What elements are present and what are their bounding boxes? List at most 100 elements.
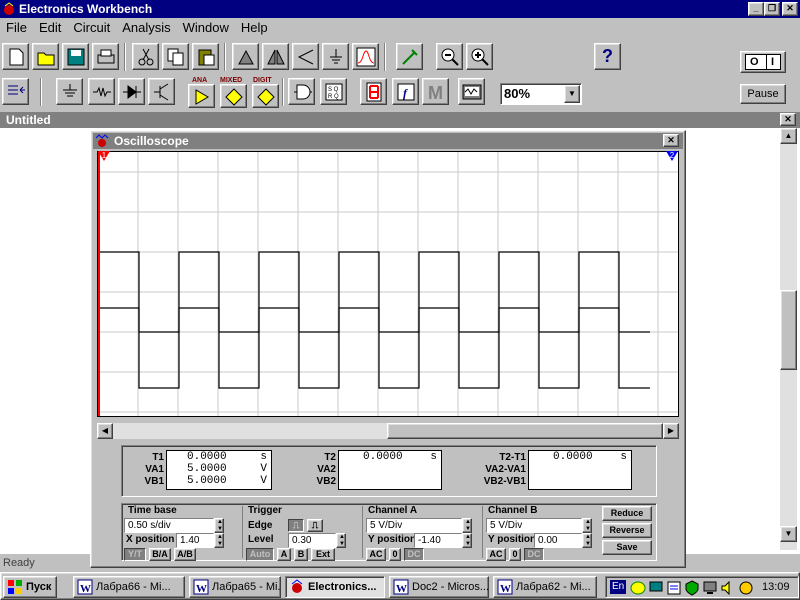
- analog-bin-label: ANA: [192, 77, 208, 84]
- document-vertical-scrollbar[interactable]: ▲ ▼: [780, 128, 797, 550]
- scope-scroll-thumb[interactable]: [387, 423, 663, 439]
- menu-edit[interactable]: Edit: [33, 18, 67, 38]
- va1-unit: V: [260, 463, 267, 475]
- document-title: Untitled: [6, 113, 51, 127]
- menu-circuit[interactable]: Circuit: [67, 18, 116, 38]
- app-title: Electronics Workbench: [19, 2, 153, 16]
- channel-b-scale-field[interactable]: 5 V/Div: [486, 518, 582, 533]
- trigger-level-spinner[interactable]: ▲ ▼: [336, 533, 346, 548]
- falling-edge-icon[interactable]: ⎍: [307, 519, 323, 532]
- trigger-level-field[interactable]: 0.30: [288, 533, 336, 548]
- basic-bin-button[interactable]: [88, 78, 115, 105]
- mixed-ics-bin-button[interactable]: [220, 84, 247, 108]
- save-button[interactable]: [62, 43, 89, 70]
- new-button[interactable]: [2, 43, 29, 70]
- menu-window[interactable]: Window: [177, 18, 235, 38]
- taskbar-item-word-1[interactable]: W Лабра66 - Mi...: [73, 576, 185, 598]
- oscilloscope-close-button[interactable]: ✕: [663, 134, 679, 147]
- document-close-button[interactable]: ✕: [780, 113, 796, 126]
- menu-help[interactable]: Help: [235, 18, 274, 38]
- scroll-up-icon[interactable]: ▲: [780, 128, 797, 144]
- tray-app-icon[interactable]: [738, 580, 754, 596]
- digital-ics-bin-button[interactable]: [252, 84, 279, 108]
- scheduler-icon[interactable]: [666, 580, 682, 596]
- miscellaneous-bin-button[interactable]: M: [422, 78, 449, 105]
- ground-icon: [63, 84, 77, 97]
- help-button[interactable]: ?: [594, 43, 621, 70]
- logic-gates-bin-button[interactable]: [288, 78, 315, 105]
- create-subcircuit-button[interactable]: [352, 43, 379, 70]
- svg-text:W: W: [80, 583, 91, 595]
- channel-b-ypos-field[interactable]: 0.00: [534, 533, 582, 548]
- close-button[interactable]: ✕: [782, 2, 798, 16]
- channel-b-ypos-spinner[interactable]: ▲ ▼: [582, 533, 592, 548]
- digital-bin-button[interactable]: S QR Q: [320, 78, 347, 105]
- zoom-out-button[interactable]: [436, 43, 463, 70]
- taskbar-item-doc2[interactable]: W Doc2 - Micros...: [389, 576, 489, 598]
- monitor-icon[interactable]: [702, 580, 718, 596]
- taskbar-item-word-2[interactable]: W Лабра65 - Mi...: [189, 576, 281, 598]
- instruments-bin-button[interactable]: [458, 78, 485, 105]
- channel-a-ypos-spinner[interactable]: ▲ ▼: [462, 533, 472, 548]
- restore-button[interactable]: ❐: [764, 2, 780, 16]
- sources-bin-button[interactable]: [56, 78, 83, 105]
- paste-button[interactable]: [192, 43, 219, 70]
- analog-ics-bin-button[interactable]: [188, 84, 215, 108]
- scope-horizontal-scrollbar[interactable]: ◀ ▶: [97, 423, 679, 439]
- transistors-bin-button[interactable]: [148, 78, 175, 105]
- volume-icon[interactable]: [720, 580, 736, 596]
- antivirus-icon[interactable]: [684, 580, 700, 596]
- scroll-left-icon[interactable]: ◀: [97, 423, 113, 439]
- function-icon: f: [397, 83, 415, 101]
- save-scope-button[interactable]: Save: [602, 540, 652, 555]
- oscilloscope-screen[interactable]: 1 2: [97, 151, 679, 417]
- graph-icon: [356, 47, 376, 67]
- network-icon[interactable]: [648, 580, 664, 596]
- svg-text:W: W: [500, 583, 511, 595]
- menu-analysis[interactable]: Analysis: [116, 18, 176, 38]
- reduce-button[interactable]: Reduce: [602, 506, 652, 521]
- taskbar-item-word-3[interactable]: W Лабра62 - Mi...: [493, 576, 597, 598]
- minimize-button[interactable]: _: [748, 2, 764, 16]
- channel-a-scale-spinner[interactable]: ▲ ▼: [462, 518, 472, 533]
- xpos-spinner[interactable]: ▲ ▼: [214, 533, 224, 548]
- taskbar-item-electronics-workbench[interactable]: Electronics...: [285, 576, 385, 598]
- app-icon: [291, 579, 303, 593]
- zip-icon[interactable]: [630, 580, 646, 596]
- zoom-in-button[interactable]: [466, 43, 493, 70]
- vb1-label: VB1: [144, 476, 164, 487]
- document-title-bar: Untitled ✕: [0, 112, 800, 128]
- open-button[interactable]: [32, 43, 59, 70]
- indicators-bin-button[interactable]: [360, 78, 387, 105]
- print-button[interactable]: [92, 43, 119, 70]
- taskbar: Пуск W Лабра66 - Mi... W Лабра65 - Mi...…: [0, 572, 800, 600]
- timebase-field[interactable]: 0.50 s/div: [124, 518, 214, 533]
- diodes-bin-button[interactable]: [118, 78, 145, 105]
- reverse-button[interactable]: Reverse: [602, 523, 652, 538]
- controls-bin-button[interactable]: f: [392, 78, 419, 105]
- language-indicator[interactable]: En: [610, 580, 627, 594]
- analysis-graphs-button[interactable]: [396, 43, 423, 70]
- pause-button[interactable]: Pause: [740, 84, 786, 104]
- xpos-field[interactable]: 1.40: [176, 533, 214, 548]
- channel-a-scale-field[interactable]: 5 V/Div: [366, 518, 462, 533]
- favorites-bin-button[interactable]: [2, 78, 29, 105]
- rotate-button[interactable]: [232, 43, 259, 70]
- timebase-spinner[interactable]: ▲ ▼: [214, 518, 224, 533]
- channel-b-scale-spinner[interactable]: ▲ ▼: [582, 518, 592, 533]
- scroll-thumb[interactable]: [780, 290, 797, 370]
- rising-edge-icon[interactable]: ⎍: [288, 519, 304, 532]
- start-button[interactable]: Пуск: [3, 576, 57, 598]
- trigger-label: Trigger: [248, 505, 282, 516]
- t1-value: 0.0000: [187, 451, 227, 463]
- component-properties-button[interactable]: [322, 43, 349, 70]
- flip-vertical-button[interactable]: [292, 43, 319, 70]
- scroll-right-icon[interactable]: ▶: [663, 423, 679, 439]
- copy-button[interactable]: [162, 43, 189, 70]
- flip-horizontal-button[interactable]: [262, 43, 289, 70]
- channel-a-ypos-field[interactable]: -1.40: [414, 533, 462, 548]
- scroll-down-icon[interactable]: ▼: [780, 526, 797, 542]
- power-switch[interactable]: O I: [740, 51, 786, 73]
- menu-file[interactable]: File: [0, 18, 33, 38]
- cut-button[interactable]: [132, 43, 159, 70]
